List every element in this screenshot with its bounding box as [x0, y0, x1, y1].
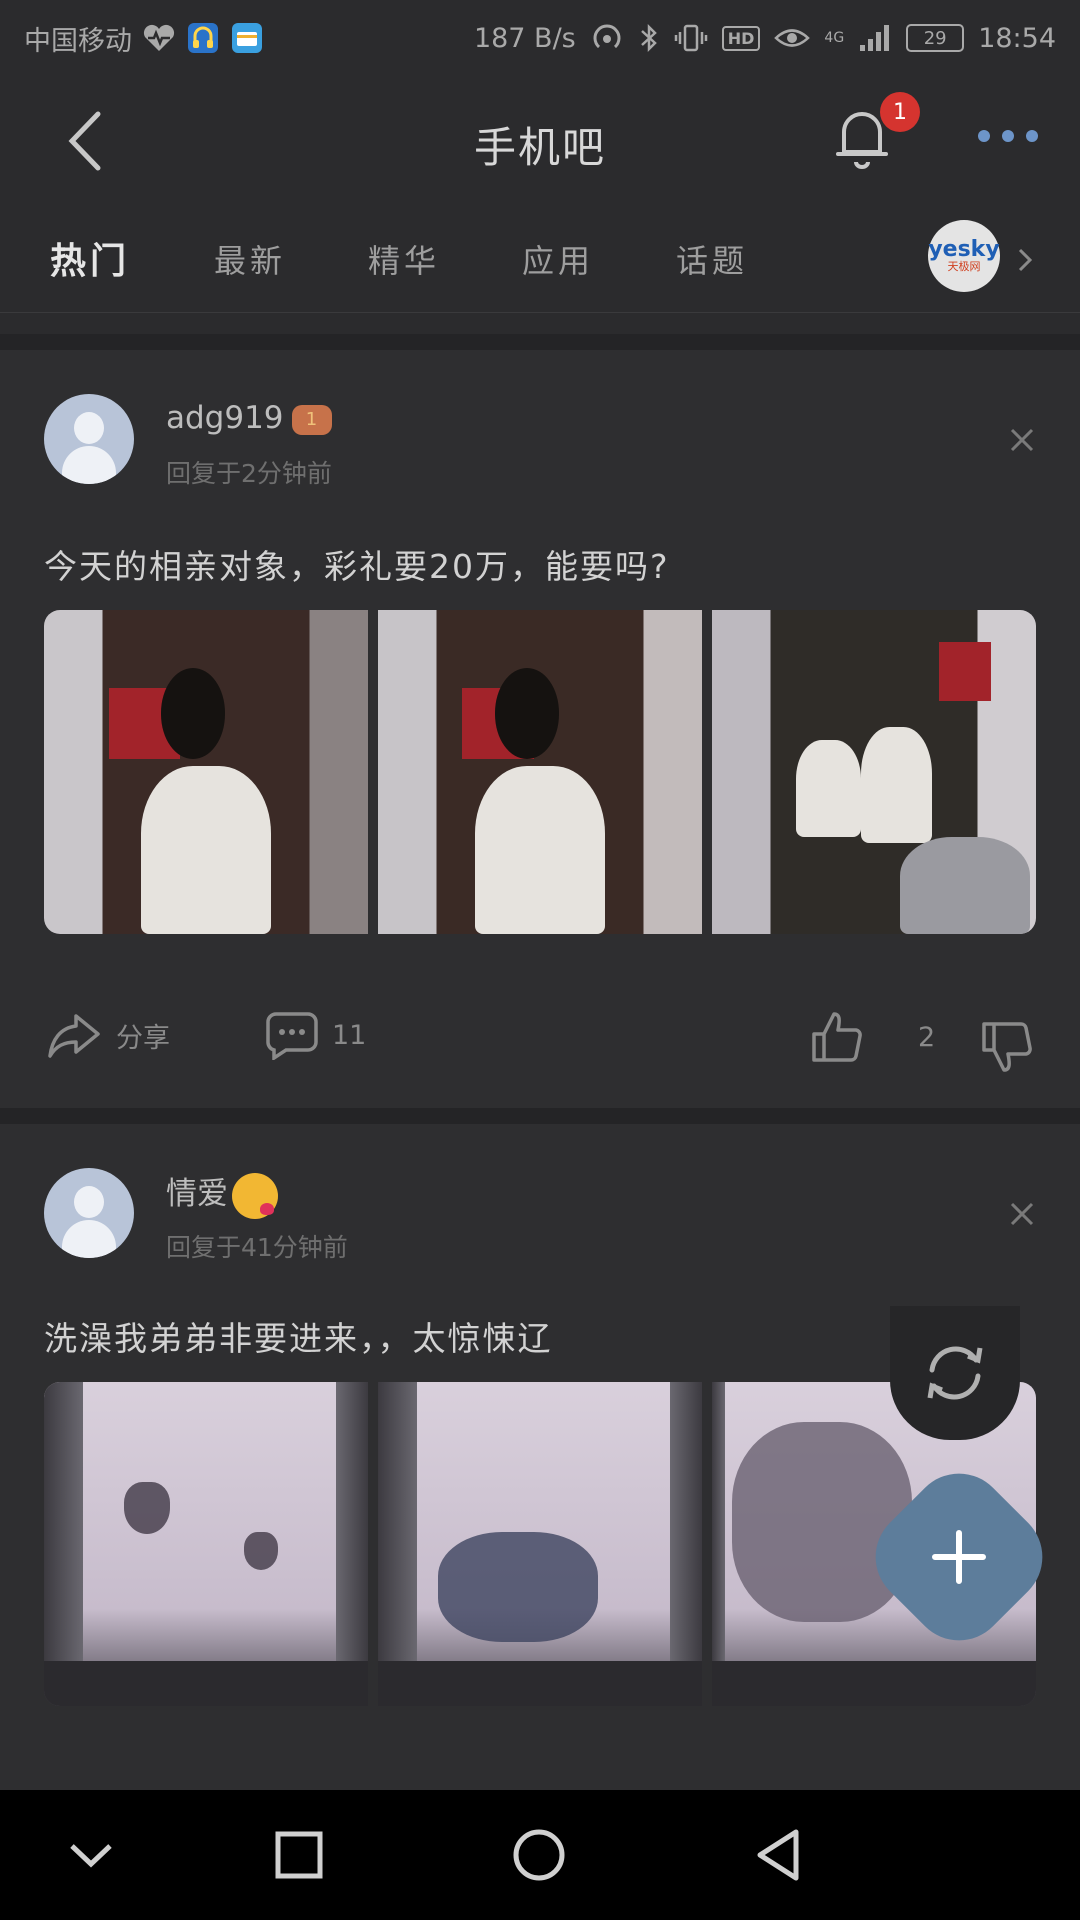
- username[interactable]: 情爱: [166, 1168, 278, 1219]
- back-triangle-icon[interactable]: [744, 1820, 814, 1890]
- hotspot-icon: [593, 24, 621, 49]
- net-speed: 187 B/s: [473, 22, 576, 54]
- eye-comfort-icon: [774, 29, 811, 47]
- tab-featured[interactable]: 精华: [368, 236, 440, 282]
- reply-time: 回复于41分钟前: [166, 1233, 348, 1262]
- battery-indicator: 29: [906, 24, 965, 52]
- comment-icon: [266, 1012, 318, 1060]
- wallet-app-icon: [232, 23, 262, 53]
- hd-indicator: HD: [721, 25, 761, 51]
- comment-button[interactable]: 11: [266, 1010, 366, 1060]
- network-type: 4G: [824, 30, 845, 46]
- heart-health-icon: [143, 24, 175, 51]
- close-icon[interactable]: [1006, 1198, 1038, 1230]
- post-image[interactable]: [712, 610, 1036, 934]
- system-nav-bar: [0, 1790, 1080, 1920]
- status-right: 187 B/s HD 4G 29 18:54: [474, 21, 1056, 55]
- post-image[interactable]: [44, 1382, 368, 1706]
- username[interactable]: adg919 1: [166, 400, 332, 436]
- post-card[interactable]: 情爱 回复于41分钟前 洗澡我弟弟非要进来，，太惊悚辽: [0, 1124, 1080, 1790]
- clock: 18:54: [978, 22, 1056, 54]
- vibrate-icon: [674, 24, 707, 52]
- post-actions: 分享 11 2: [0, 1010, 1080, 1090]
- tab-hot[interactable]: 热门: [50, 232, 130, 284]
- collapse-chevron-icon[interactable]: [56, 1820, 126, 1890]
- share-icon: [48, 1014, 100, 1058]
- post-text[interactable]: 洗澡我弟弟非要进来，，太惊悚辽: [44, 1312, 553, 1360]
- app-header: 手机吧 1: [0, 76, 1080, 206]
- notification-badge: 1: [880, 92, 920, 132]
- headset-app-icon: [188, 23, 218, 53]
- tab-bar: 热门 最新 精华 应用 话题 yesky 天极网: [0, 206, 1080, 312]
- post-image[interactable]: [44, 610, 368, 934]
- plus-icon: [932, 1530, 986, 1584]
- post-images: [44, 610, 1036, 934]
- thumbs-up-icon: [812, 1012, 862, 1062]
- tab-apps[interactable]: 应用: [522, 236, 594, 282]
- more-menu-icon[interactable]: [978, 130, 1038, 146]
- avatar[interactable]: [44, 1168, 134, 1258]
- post-text[interactable]: 今天的相亲对象，彩礼要20万，能要吗?: [44, 540, 670, 588]
- divider: [0, 334, 1080, 350]
- like-button[interactable]: 2: [810, 1010, 935, 1064]
- signal-icon: [860, 25, 890, 51]
- carrier-label: 中国移动: [24, 25, 132, 57]
- status-left: 中国移动: [24, 19, 264, 58]
- post-card[interactable]: adg919 1 回复于2分钟前 今天的相亲对象，彩礼要20万，能要吗? 分享 1…: [0, 350, 1080, 1108]
- divider: [0, 1108, 1080, 1124]
- thumbs-down-icon[interactable]: [980, 1020, 1034, 1074]
- page-title: 手机吧: [473, 123, 606, 172]
- tab-topics[interactable]: 话题: [676, 236, 748, 282]
- recent-apps-icon[interactable]: [264, 1820, 334, 1890]
- reply-time: 回复于2分钟前: [166, 459, 332, 488]
- partner-logo[interactable]: yesky 天极网: [928, 220, 1000, 292]
- avatar[interactable]: [44, 394, 134, 484]
- level-badge: 1: [291, 404, 332, 435]
- post-image[interactable]: [378, 610, 702, 934]
- post-image[interactable]: [378, 1382, 702, 1706]
- share-button[interactable]: 分享: [46, 1010, 170, 1060]
- tab-latest[interactable]: 最新: [214, 236, 286, 282]
- refresh-button[interactable]: [890, 1306, 1020, 1440]
- close-icon[interactable]: [1006, 424, 1038, 456]
- home-icon[interactable]: [504, 1820, 574, 1890]
- status-bar: 中国移动 187 B/s HD 4G 29 18:54: [0, 0, 1080, 76]
- kiss-emoji-icon: [232, 1172, 278, 1219]
- bluetooth-icon: [640, 23, 657, 53]
- chevron-right-icon[interactable]: [1014, 244, 1036, 276]
- divider: [0, 312, 1080, 334]
- refresh-icon: [927, 1346, 983, 1400]
- compose-plus[interactable]: [886, 1484, 1032, 1630]
